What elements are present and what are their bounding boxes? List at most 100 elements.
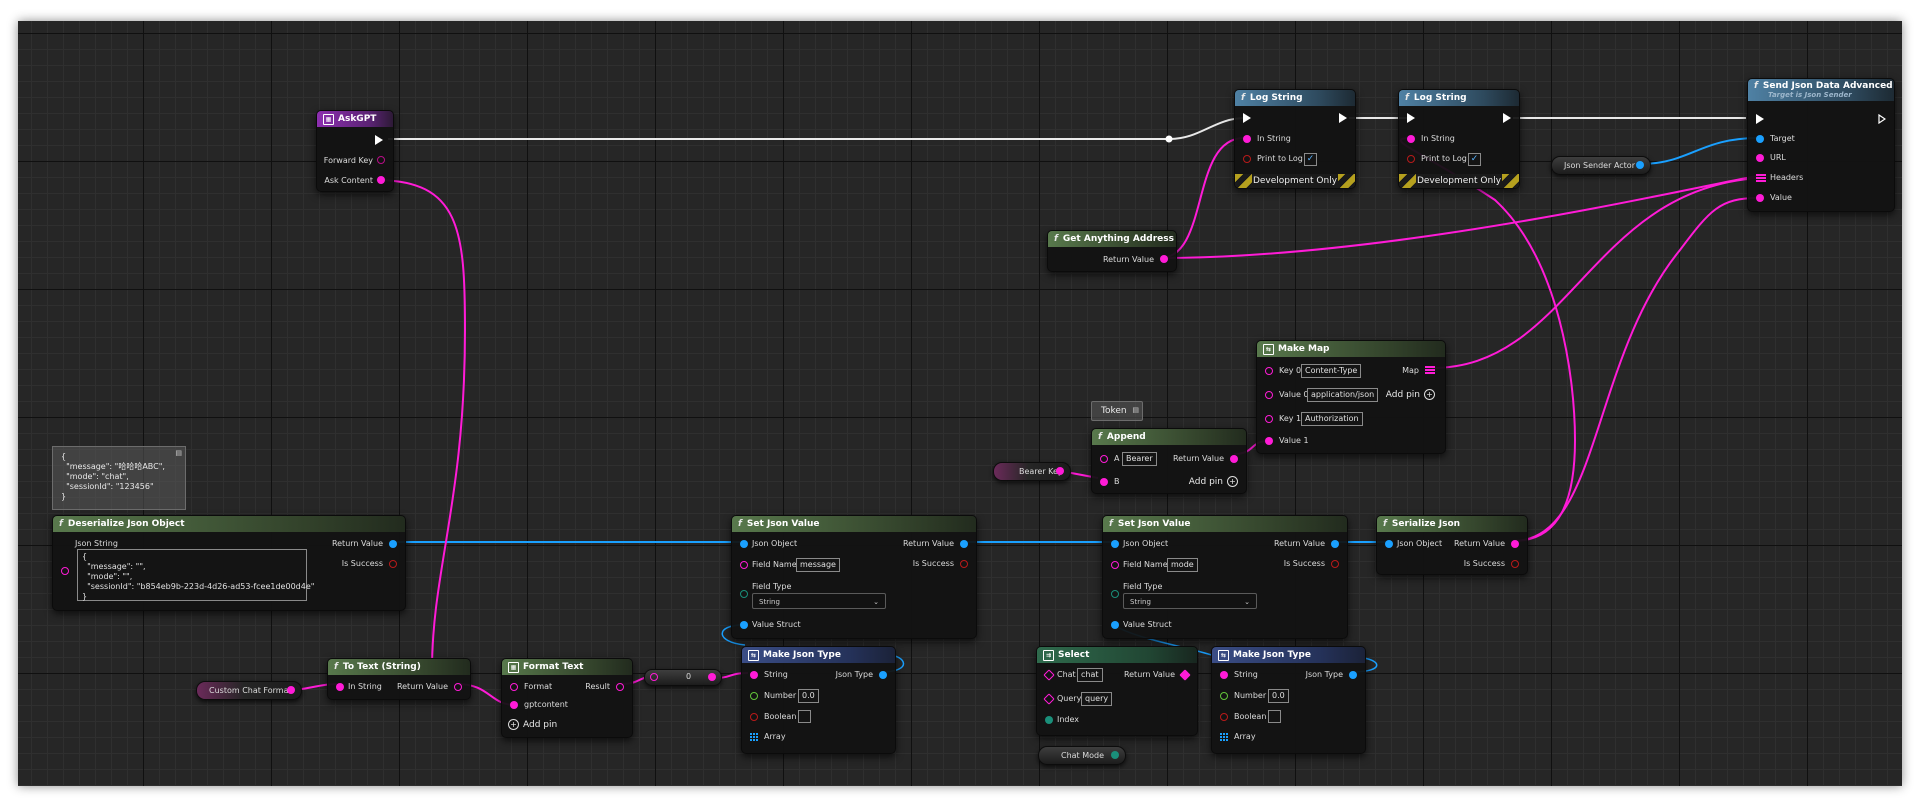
chat-input[interactable]: chat <box>1077 668 1103 682</box>
chat-mode-pin[interactable] <box>1111 751 1119 759</box>
exec-in-pin[interactable] <box>1243 113 1251 123</box>
format-pin[interactable] <box>510 683 518 691</box>
return-value-pin[interactable] <box>389 540 397 548</box>
field-name-pin[interactable] <box>1111 561 1119 569</box>
field-type-pin[interactable] <box>1111 590 1119 598</box>
conversion-out-pin[interactable] <box>708 673 716 681</box>
return-value-pin[interactable] <box>1160 255 1168 263</box>
field-type-dropdown[interactable]: String ⌄ <box>1123 593 1257 609</box>
chat-pin[interactable] <box>1043 669 1055 681</box>
make-json-type-node-1[interactable]: ⇆ Make Json Type String Number 0.0 Boolea… <box>741 646 896 754</box>
value-struct-pin[interactable] <box>1111 621 1119 629</box>
exec-in-pin[interactable] <box>1407 113 1415 123</box>
field-name-input[interactable]: message <box>796 558 840 572</box>
set-json-value-node-2[interactable]: f Set Json Value Json Object Field Name m… <box>1102 515 1348 639</box>
field-type-dropdown[interactable]: String ⌄ <box>752 593 886 609</box>
array-pin[interactable] <box>1220 733 1228 741</box>
make-map-node[interactable]: ⇆ Make Map Key 0 Content-Type Value 0 app… <box>1256 340 1446 454</box>
key1-pin[interactable] <box>1265 415 1273 423</box>
conversion-in-pin[interactable] <box>650 673 658 681</box>
headers-map-pin[interactable] <box>1756 174 1766 183</box>
query-input[interactable]: query <box>1081 692 1113 706</box>
text-to-string-conversion-node[interactable]: 0 <box>644 669 722 686</box>
bearer-key-variable[interactable]: Bearer Key <box>993 462 1071 481</box>
boolean-checkbox[interactable] <box>1268 710 1281 723</box>
string-pin[interactable] <box>1220 671 1228 679</box>
exec-in-pin[interactable] <box>1756 114 1764 124</box>
add-pin-button[interactable]: Add pin + <box>1189 476 1238 487</box>
value-struct-pin[interactable] <box>740 621 748 629</box>
is-success-pin[interactable] <box>960 560 968 568</box>
index-pin[interactable] <box>1045 716 1053 724</box>
value0-pin[interactable] <box>1265 391 1273 399</box>
return-value-pin[interactable] <box>1331 540 1339 548</box>
url-pin[interactable] <box>1756 154 1764 162</box>
value-pin[interactable] <box>1756 194 1764 202</box>
json-type-pin[interactable] <box>1349 671 1357 679</box>
add-pin-button[interactable]: Add pin + <box>1386 389 1435 400</box>
in-string-pin[interactable] <box>336 683 344 691</box>
gptcontent-pin[interactable] <box>510 701 518 709</box>
target-pin[interactable] <box>1756 135 1764 143</box>
bearer-key-pin[interactable] <box>1056 467 1064 475</box>
askgpt-event-node[interactable]: ▦ AskGPT Forward Key Ask Content <box>316 110 394 192</box>
query-pin[interactable] <box>1043 693 1055 705</box>
json-comment-bubble[interactable]: { "message": "哈哈哈ABC", "mode": "chat", "… <box>52 446 186 510</box>
append-node[interactable]: f Append A Bearer B Return Value Add pin + <box>1091 428 1247 494</box>
json-type-pin[interactable] <box>879 671 887 679</box>
field-type-pin[interactable] <box>740 590 748 598</box>
json-object-pin[interactable] <box>1385 540 1393 548</box>
to-text-string-node[interactable]: f To Text (String) In String Return Value <box>327 658 471 700</box>
json-sender-actor-variable[interactable]: Json Sender Actor <box>1551 156 1651 175</box>
blueprint-graph-canvas[interactable] <box>18 21 1902 786</box>
key0-pin[interactable] <box>1265 367 1273 375</box>
b-pin[interactable] <box>1100 478 1108 486</box>
custom-chat-format-variable[interactable]: Custom Chat Format <box>196 681 302 700</box>
get-anything-address-node[interactable]: f Get Anything Address Return Value <box>1047 230 1177 272</box>
add-pin-button[interactable]: + Add pin <box>508 719 557 730</box>
chat-mode-variable[interactable]: Chat Mode <box>1038 746 1126 765</box>
ask-content-pin[interactable] <box>377 176 385 184</box>
return-value-pin[interactable] <box>454 683 462 691</box>
make-json-type-node-2[interactable]: ⇆ Make Json Type String Number 0.0 Boolea… <box>1211 646 1366 754</box>
json-object-pin[interactable] <box>1111 540 1119 548</box>
value1-pin[interactable] <box>1265 437 1273 445</box>
exec-out-pin[interactable] <box>1339 113 1347 123</box>
number-input[interactable]: 0.0 <box>798 689 819 703</box>
print-to-log-checkbox[interactable]: ✓ <box>1468 153 1481 166</box>
number-pin[interactable] <box>750 692 758 700</box>
pin-toggle-icon[interactable]: ▤ <box>175 449 182 457</box>
a-input[interactable]: Bearer <box>1122 452 1157 466</box>
array-pin[interactable] <box>750 733 758 741</box>
in-string-pin[interactable] <box>1407 135 1415 143</box>
number-input[interactable]: 0.0 <box>1268 689 1289 703</box>
json-string-pin[interactable] <box>61 567 69 575</box>
return-value-pin[interactable] <box>1511 540 1519 548</box>
is-success-pin[interactable] <box>1511 560 1519 568</box>
map-out-pin[interactable] <box>1425 366 1435 375</box>
boolean-pin[interactable] <box>1220 713 1228 721</box>
custom-chat-format-pin[interactable] <box>287 686 295 694</box>
json-sender-actor-pin[interactable] <box>1636 161 1644 169</box>
field-name-input[interactable]: mode <box>1167 558 1198 572</box>
pin-toggle-icon[interactable]: ▤ <box>1132 406 1139 414</box>
return-value-pin[interactable] <box>1230 455 1238 463</box>
log-string-node-2[interactable]: f Log String In String Print to Log ✓ Dev… <box>1398 89 1520 189</box>
value0-input[interactable]: application/json <box>1307 388 1379 402</box>
return-value-pin[interactable] <box>960 540 968 548</box>
json-string-input[interactable]: { "message": "", "mode": "", "sessionId"… <box>77 549 314 601</box>
string-pin[interactable] <box>750 671 758 679</box>
is-success-pin[interactable] <box>1331 560 1339 568</box>
number-pin[interactable] <box>1220 692 1228 700</box>
print-to-log-pin[interactable] <box>1407 155 1415 163</box>
forward-key-pin[interactable] <box>377 156 385 164</box>
boolean-checkbox[interactable] <box>798 710 811 723</box>
exec-out-pin[interactable] <box>1503 113 1511 123</box>
result-pin[interactable] <box>616 683 624 691</box>
log-string-node-1[interactable]: f Log String In String Print to Log ✓ Dev… <box>1234 89 1356 189</box>
send-json-data-advanced-node[interactable]: f Send Json Data Advanced Target is Json … <box>1747 78 1895 212</box>
key0-input[interactable]: Content-Type <box>1301 364 1362 378</box>
a-pin[interactable] <box>1100 455 1108 463</box>
print-to-log-pin[interactable] <box>1243 155 1251 163</box>
boolean-pin[interactable] <box>750 713 758 721</box>
